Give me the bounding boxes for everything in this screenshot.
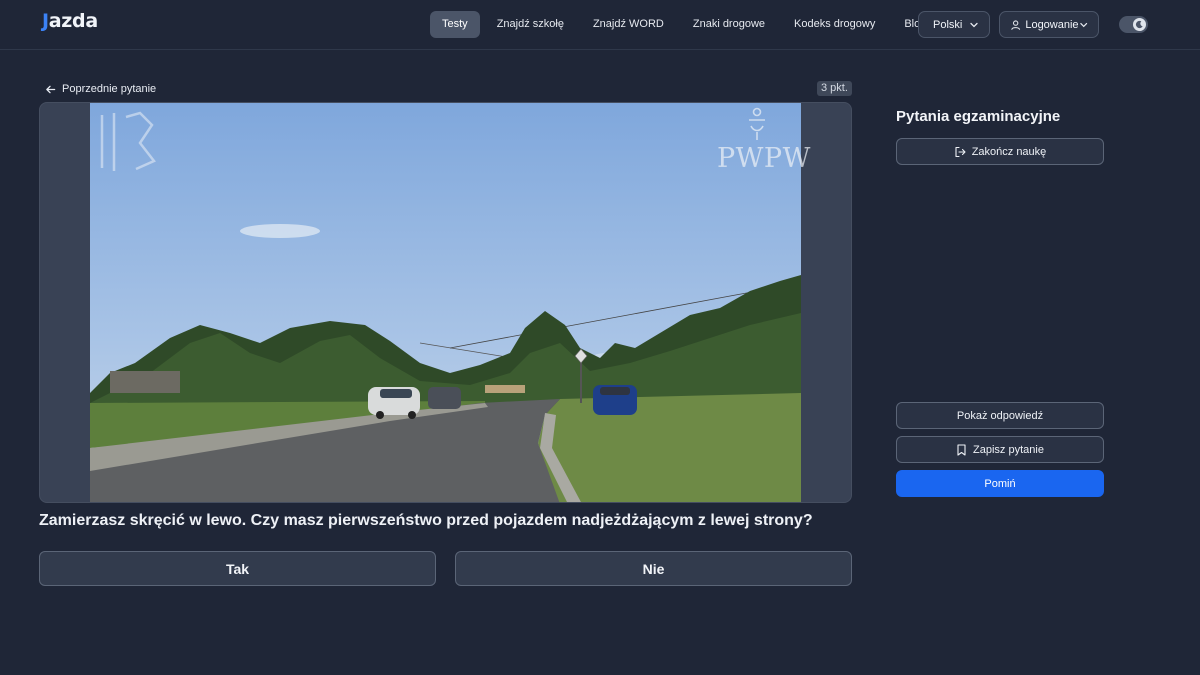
chevron-down-icon [970, 22, 978, 27]
end-study-label: Zakończ naukę [971, 145, 1047, 158]
site-logo[interactable]: Jazda [42, 10, 98, 32]
media-watermark: PWPW [717, 143, 811, 174]
language-select[interactable]: Polski [918, 11, 990, 38]
user-icon [1011, 19, 1021, 30]
moon-icon [1133, 18, 1146, 31]
nav-item-find-school[interactable]: Znajdź szkołę [485, 11, 576, 38]
previous-question-label: Poprzednie pytanie [62, 83, 157, 95]
show-answer-button[interactable]: Pokaż odpowiedź [896, 402, 1104, 429]
bookmark-icon [957, 443, 966, 456]
nav-item-traffic-code[interactable]: Kodeks drogowy [782, 11, 887, 38]
crest-icon [749, 107, 765, 140]
question-media: PWPW [39, 102, 852, 503]
skip-button[interactable]: Pomiń [896, 470, 1104, 497]
chevron-down-icon [1079, 22, 1087, 27]
nav-item-road-signs[interactable]: Znaki drogowe [681, 11, 777, 38]
answer-yes-button[interactable]: Tak [39, 551, 436, 586]
end-study-button[interactable]: Zakończ naukę [896, 138, 1104, 165]
answer-no-button[interactable]: Nie [455, 551, 852, 586]
arrow-left-icon [46, 85, 56, 93]
main-nav: Testy Znajdź szkołę Znajdź WORD Znaki dr… [430, 11, 943, 38]
save-question-label: Zapisz pytanie [973, 443, 1044, 456]
top-navbar: Jazda Testy Znajdź szkołę Znajdź WORD Zn… [0, 0, 1200, 50]
save-question-button[interactable]: Zapisz pytanie [896, 436, 1104, 463]
logout-icon [955, 146, 966, 157]
login-button[interactable]: Logowanie [999, 11, 1099, 38]
question-text: Zamierzasz skręcić w lewo. Czy masz pier… [39, 512, 813, 529]
road-scene-image [90, 103, 801, 502]
skip-label: Pomiń [984, 477, 1016, 490]
nav-item-testy[interactable]: Testy [430, 11, 480, 38]
show-answer-label: Pokaż odpowiedź [956, 409, 1044, 422]
sidebar-title: Pytania egzaminacyjne [896, 108, 1061, 125]
theme-toggle[interactable] [1119, 16, 1148, 33]
previous-question-link[interactable]: Poprzednie pytanie [45, 81, 156, 97]
language-label: Polski [933, 18, 963, 31]
login-label: Logowanie [1025, 18, 1079, 31]
nav-item-find-word[interactable]: Znajdź WORD [581, 11, 676, 38]
points-badge: 3 pkt. [817, 81, 852, 96]
